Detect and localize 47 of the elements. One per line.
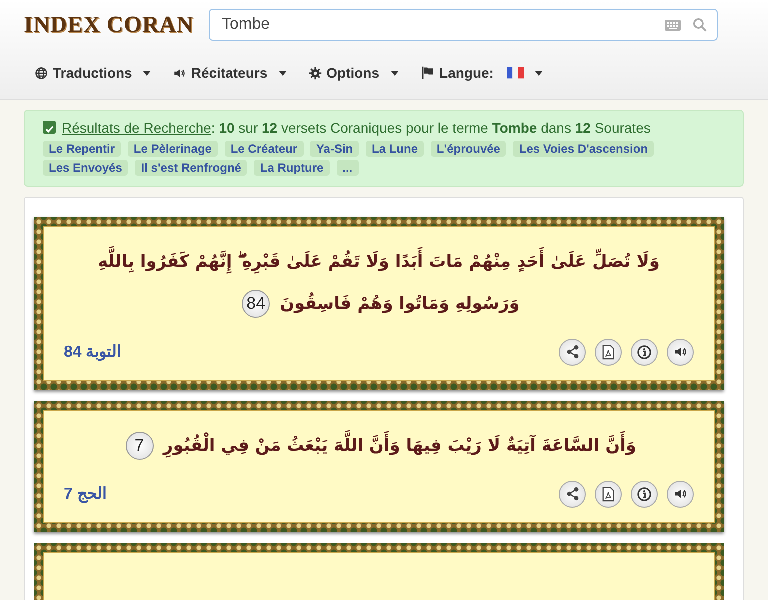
share-icon [566, 345, 580, 359]
info-icon [637, 344, 652, 360]
verse-reference[interactable]: التوبة 84 [64, 342, 122, 362]
caret-icon [390, 70, 399, 76]
info-button[interactable] [631, 338, 658, 366]
results-link[interactable]: Résultats de Recherche [62, 120, 212, 136]
verse-reference[interactable]: الحج 7 [64, 484, 106, 504]
caret-icon [534, 70, 543, 76]
surah-tag[interactable]: La Rupture [254, 160, 330, 176]
checkbox[interactable] [43, 121, 56, 134]
share-button[interactable] [559, 338, 586, 366]
verse-number: 84 [242, 290, 270, 318]
verse-number: 7 [126, 432, 154, 460]
pdf-button[interactable] [595, 338, 622, 366]
flag-icon [420, 66, 435, 80]
caret-icon [278, 70, 287, 76]
share-button[interactable] [559, 480, 586, 508]
surah-tag[interactable]: Les Voies D'ascension [513, 140, 654, 156]
speaker-button[interactable] [667, 480, 694, 508]
globe-icon [35, 66, 48, 80]
speaker-button[interactable] [667, 338, 694, 366]
info-icon [637, 486, 652, 502]
gear-icon [308, 66, 322, 80]
info-button[interactable] [631, 480, 658, 508]
surah-tag[interactable]: Ya-Sin [310, 140, 360, 156]
menu-button[interactable]: Traductions [35, 63, 152, 83]
share-icon [566, 487, 580, 501]
surah-tag[interactable]: Le Pèlerinage [128, 140, 218, 156]
surah-tag[interactable]: Le Repentir [43, 140, 122, 156]
speaker-icon [673, 345, 688, 359]
surah-tag[interactable]: La Lune [366, 140, 424, 156]
surah-tag[interactable]: Il s'est Renfrogné [135, 160, 248, 176]
surah-tag[interactable]: Les Envoyés [43, 160, 128, 176]
pdf-button[interactable] [595, 480, 622, 508]
surah-tag[interactable]: ... [336, 160, 359, 176]
french-flag-icon [506, 67, 524, 79]
surah-tag[interactable]: L'éprouvée [430, 140, 506, 156]
menu-button[interactable]: Récitateurs [173, 63, 287, 83]
surah-tag[interactable]: Le Créateur [224, 140, 304, 156]
caret-icon [143, 70, 152, 76]
menu-button[interactable]: Langue: [420, 63, 543, 83]
speaker-icon [173, 66, 186, 80]
results-summary: : 10 sur 12 versets Coraniques pour le terme Tombe dans 12 Sourates [211, 120, 651, 136]
speaker-icon [673, 487, 688, 501]
pdf-icon [602, 344, 615, 360]
menu-button[interactable]: Options [308, 63, 399, 83]
pdf-icon [602, 486, 615, 502]
